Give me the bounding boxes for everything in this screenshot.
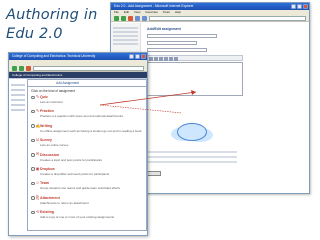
- address-bar[interactable]: [33, 66, 144, 71]
- save-button[interactable]: [147, 171, 161, 176]
- activity-radio[interactable]: [31, 124, 35, 128]
- dialog-tab[interactable]: Add Assignment: [28, 80, 146, 87]
- underline-icon[interactable]: [159, 57, 163, 61]
- menu-help[interactable]: Help: [175, 10, 181, 15]
- italic-icon[interactable]: [154, 57, 158, 61]
- front-sidebar: [11, 81, 25, 114]
- dropbox-icon: ▣: [35, 165, 40, 171]
- close-icon[interactable]: [303, 4, 308, 9]
- activity-radio[interactable]: [31, 196, 35, 200]
- practice-icon: ✎: [35, 108, 40, 114]
- type-field[interactable]: [147, 41, 197, 45]
- menu-file[interactable]: File: [114, 10, 119, 15]
- minimize-icon[interactable]: [291, 4, 296, 9]
- activity-description: Add a copy of one or more of your existi…: [40, 215, 115, 220]
- activity-item[interactable]: ⎘ Attachment Attachments to return an atta…: [31, 195, 143, 209]
- stop-icon[interactable]: [128, 16, 133, 21]
- image-icon[interactable]: [174, 57, 178, 61]
- activity-radio[interactable]: [31, 210, 35, 215]
- activity-radio[interactable]: [31, 109, 35, 114]
- team-icon: ☺: [35, 180, 40, 186]
- activity-description: Attachments to return an attachment: [40, 200, 89, 205]
- back-browser-toolbar: [111, 15, 309, 22]
- activity-item[interactable]: ✍ Writing An offline assignment such as ha…: [31, 123, 143, 137]
- points-field[interactable]: [147, 48, 207, 52]
- front-window-title: College of Computing and Electronics: Te…: [12, 54, 96, 58]
- dialog-intro: Click on the kind of assignment: [31, 89, 76, 93]
- list-icon[interactable]: [164, 57, 168, 61]
- activity-radio[interactable]: [31, 95, 35, 99]
- maximize-icon[interactable]: [297, 4, 302, 9]
- title-field[interactable]: [147, 34, 217, 38]
- activity-description: Group students into teams and grade team…: [40, 186, 120, 191]
- activity-item[interactable]: ✉ Discussion Creates a topic and post poin…: [31, 152, 143, 166]
- existing-icon: ⟲: [35, 208, 40, 214]
- activity-description: Lets an instructor: [40, 100, 64, 104]
- front-window-titlebar: College of Computing and Electronics: Te…: [9, 53, 147, 60]
- home-icon[interactable]: [142, 16, 147, 21]
- survey-icon: ☑: [35, 136, 40, 142]
- back-window-titlebar: Edu 2.0 - Add Assignment - Microsoft Int…: [111, 3, 309, 10]
- cloud-image: [177, 123, 207, 141]
- discussion-icon: ✉: [35, 151, 40, 157]
- activity-description: Lets an online survey: [40, 143, 69, 148]
- activity-description: Creates a dropoffter and send points for…: [40, 171, 110, 176]
- menu-view[interactable]: View: [134, 10, 140, 15]
- writing-icon: ✍: [35, 122, 41, 128]
- bold-icon[interactable]: [149, 57, 153, 61]
- activity-item[interactable]: ✎ Quiz Lets an instructor: [31, 94, 143, 108]
- address-bar[interactable]: [149, 16, 306, 21]
- link-icon[interactable]: [169, 57, 173, 61]
- refresh-icon[interactable]: [135, 16, 140, 21]
- menu-favorites[interactable]: Favorites: [145, 10, 157, 15]
- minimize-icon[interactable]: [129, 54, 134, 59]
- add-assignment-dialog: Add Assignment Click on the kind of assi…: [27, 79, 147, 231]
- activity-description: Creates a topic and post points for part…: [40, 157, 102, 162]
- editor-toolbar: [147, 55, 243, 61]
- activity-radio[interactable]: [31, 167, 35, 171]
- description-editor[interactable]: [147, 62, 243, 96]
- site-header: College of Computing and Electronics: [9, 72, 147, 79]
- activity-radio[interactable]: [31, 181, 35, 186]
- activity-item[interactable]: ☑ Survey Lets an online survey: [31, 137, 143, 151]
- back-arrow-icon[interactable]: [114, 16, 119, 21]
- activity-description: Practice is a question with some test an…: [40, 114, 123, 119]
- stop-icon[interactable]: [26, 66, 31, 71]
- forward-arrow-icon[interactable]: [19, 66, 24, 71]
- back-arrow-icon[interactable]: [12, 66, 17, 71]
- close-icon[interactable]: [141, 54, 146, 59]
- maximize-icon[interactable]: [135, 54, 140, 59]
- assignment-form: Add/Edit assignment: [141, 23, 309, 193]
- activity-radio[interactable]: [31, 138, 35, 143]
- activity-radio[interactable]: [31, 153, 35, 157]
- forward-arrow-icon[interactable]: [121, 16, 126, 21]
- activity-item[interactable]: ⟲ Existing Add a copy of one or more of yo…: [31, 209, 143, 223]
- activity-list: ✎ Quiz Lets an instructor ✎ Practice Practice…: [28, 94, 146, 224]
- form-heading: Add/Edit assignment: [147, 27, 181, 31]
- back-window-title: Edu 2.0 - Add Assignment - Microsoft Int…: [114, 4, 194, 8]
- quiz-icon: ✎: [35, 93, 40, 99]
- activity-item[interactable]: ▣ Dropbox Creates a dropoffter and send po…: [31, 166, 143, 180]
- activity-browser-window: College of Computing and Electronics: Te…: [8, 52, 148, 236]
- slide-title: Authoring in Edu 2.0: [6, 7, 98, 42]
- activity-item[interactable]: ✎ Practice Practice is a question with som…: [31, 108, 143, 122]
- activity-item[interactable]: ☺ Team Group students into teams and grade…: [31, 180, 143, 194]
- front-browser-toolbar: [9, 65, 147, 72]
- attachment-icon: ⎘: [35, 194, 40, 200]
- form-extra-fields: [147, 148, 237, 166]
- menu-edit[interactable]: Edit: [124, 10, 129, 15]
- menu-tools[interactable]: Tools: [163, 10, 170, 15]
- activity-description: An offline assignment such as having a s…: [40, 128, 142, 133]
